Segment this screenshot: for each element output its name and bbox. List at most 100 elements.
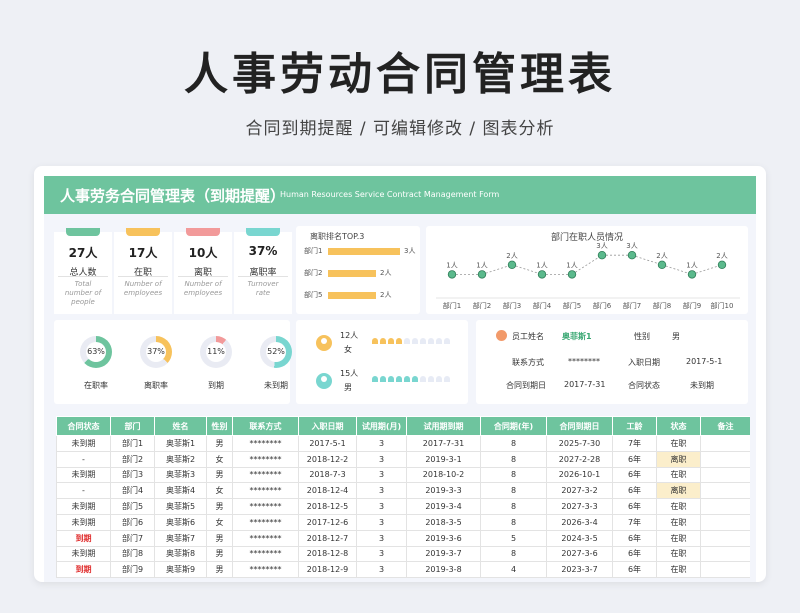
table-cell[interactable]: 部门6	[110, 513, 155, 531]
table-cell[interactable]: 部门7	[110, 529, 155, 547]
table-cell[interactable]: 在职	[656, 498, 701, 515]
table-cell[interactable]: 2018-12-9	[298, 561, 357, 579]
table-cell[interactable]: 在职	[656, 529, 701, 547]
table-cell[interactable]: 6年	[612, 466, 657, 484]
table-cell[interactable]: 2018-7-3	[298, 466, 357, 484]
table-row[interactable]: 未到期 部门3 奥菲斯3 男 ******** 2018-7-3 3 2018-10-2 8 20…	[56, 466, 750, 484]
table-cell[interactable]: ********	[232, 450, 299, 468]
table-cell[interactable]: 3	[356, 561, 407, 579]
table-cell[interactable]: 2027-3-6	[546, 545, 613, 563]
table-cell[interactable]: 2018-12-8	[298, 545, 357, 563]
table-cell[interactable]: 3	[356, 513, 407, 531]
table-cell[interactable]	[700, 450, 750, 468]
table-cell[interactable]: 2018-3-5	[406, 513, 481, 531]
table-cell[interactable]	[700, 529, 750, 547]
table-cell[interactable]: 2024-3-5	[546, 529, 613, 547]
table-cell[interactable]: 6年	[612, 561, 657, 579]
table-cell[interactable]: 8	[480, 466, 547, 484]
table-cell[interactable]: 8	[480, 545, 547, 563]
table-cell[interactable]: 在职	[656, 466, 701, 484]
table-cell[interactable]: 6年	[612, 545, 657, 563]
table-cell[interactable]: 2017-5-1	[298, 435, 357, 452]
table-cell[interactable]: 2027-3-2	[546, 482, 613, 500]
table-cell[interactable]: 未到期	[56, 513, 111, 531]
column-header[interactable]: 状态	[656, 416, 701, 436]
table-cell[interactable]: 未到期	[56, 545, 111, 563]
table-cell[interactable]: 7年	[612, 513, 657, 531]
table-cell[interactable]: 3	[356, 450, 407, 468]
table-cell[interactable]: 3	[356, 435, 407, 452]
table-cell[interactable]: ********	[232, 498, 299, 515]
table-cell[interactable]: 离职	[656, 482, 701, 500]
table-cell[interactable]: 部门5	[110, 498, 155, 515]
table-cell[interactable]: 部门3	[110, 466, 155, 484]
table-row[interactable]: 到期 部门9 奥菲斯9 男 ******** 2018-12-9 3 2019-3-8 4 202…	[56, 561, 750, 579]
table-cell[interactable]: 在职	[656, 561, 701, 579]
table-cell[interactable]: 女	[206, 482, 233, 500]
table-cell[interactable]: 部门2	[110, 450, 155, 468]
table-cell[interactable]: 2019-3-8	[406, 561, 481, 579]
table-cell[interactable]: 奥菲斯1	[154, 435, 207, 452]
table-cell[interactable]: 男	[206, 435, 233, 452]
table-cell[interactable]: 2017-12-6	[298, 513, 357, 531]
table-cell[interactable]: 6年	[612, 450, 657, 468]
table-cell[interactable]: 奥菲斯6	[154, 513, 207, 531]
table-cell[interactable]: 5	[480, 529, 547, 547]
table-cell[interactable]: 2018-12-5	[298, 498, 357, 515]
table-cell[interactable]: 部门1	[110, 435, 155, 452]
table-cell[interactable]: 2026-3-4	[546, 513, 613, 531]
table-cell[interactable]: 男	[206, 529, 233, 547]
table-cell[interactable]: ********	[232, 513, 299, 531]
table-cell[interactable]: 女	[206, 513, 233, 531]
table-cell[interactable]: 奥菲斯8	[154, 545, 207, 563]
table-cell[interactable]: 在职	[656, 435, 701, 452]
table-cell[interactable]: 2017-7-31	[406, 435, 481, 452]
table-cell[interactable]: 2019-3-1	[406, 450, 481, 468]
column-header[interactable]: 试用期(月)	[356, 416, 407, 436]
table-cell[interactable]: 2018-12-7	[298, 529, 357, 547]
table-row[interactable]: 到期 部门7 奥菲斯7 男 ******** 2018-12-7 3 2019-3-6 5 202…	[56, 529, 750, 547]
table-cell[interactable]: 奥菲斯4	[154, 482, 207, 500]
table-cell[interactable]	[700, 513, 750, 531]
table-cell[interactable]: 4	[480, 561, 547, 579]
table-cell[interactable]: 2027-2-28	[546, 450, 613, 468]
column-header[interactable]: 工龄	[612, 416, 657, 436]
table-cell[interactable]	[700, 545, 750, 563]
table-cell[interactable]: 男	[206, 466, 233, 484]
table-cell[interactable]: 8	[480, 435, 547, 452]
table-cell[interactable]: 8	[480, 450, 547, 468]
table-cell[interactable]: 男	[206, 561, 233, 579]
table-cell[interactable]	[700, 435, 750, 452]
table-cell[interactable]: 2026-10-1	[546, 466, 613, 484]
table-cell[interactable]	[700, 498, 750, 515]
table-cell[interactable]: 6年	[612, 498, 657, 515]
table-cell[interactable]: ********	[232, 482, 299, 500]
table-cell[interactable]: 2019-3-7	[406, 545, 481, 563]
column-header[interactable]: 合同期(年)	[480, 416, 547, 436]
table-cell[interactable]: 2018-12-2	[298, 450, 357, 468]
table-cell[interactable]: 未到期	[56, 498, 111, 515]
table-cell[interactable]: 3	[356, 529, 407, 547]
table-cell[interactable]	[700, 482, 750, 500]
table-cell[interactable]: 未到期	[56, 435, 111, 452]
name-value[interactable]: 奥菲斯1	[562, 331, 592, 342]
column-header[interactable]: 备注	[700, 416, 750, 436]
table-cell[interactable]: 8	[480, 482, 547, 500]
column-header[interactable]: 试用期到期	[406, 416, 481, 436]
table-cell[interactable]: 6年	[612, 482, 657, 500]
table-cell[interactable]: ********	[232, 466, 299, 484]
table-cell[interactable]: 到期	[56, 529, 111, 547]
table-cell[interactable]: 离职	[656, 450, 701, 468]
table-cell[interactable]: 2027-3-3	[546, 498, 613, 515]
table-cell[interactable]: ********	[232, 545, 299, 563]
table-cell[interactable]: 在职	[656, 545, 701, 563]
table-cell[interactable]: 7年	[612, 435, 657, 452]
table-cell[interactable]: 3	[356, 545, 407, 563]
table-cell[interactable]: -	[56, 482, 111, 500]
table-row[interactable]: 未到期 部门8 奥菲斯8 男 ******** 2018-12-8 3 2019-3-7 8 20…	[56, 545, 750, 563]
table-cell[interactable]: 奥菲斯3	[154, 466, 207, 484]
table-row[interactable]: - 部门4 奥菲斯4 女 ******** 2018-12-4 3 2019-3-3 8 2027…	[56, 482, 750, 500]
table-cell[interactable]: 2019-3-3	[406, 482, 481, 500]
table-cell[interactable]: 奥菲斯5	[154, 498, 207, 515]
column-header[interactable]: 合同状态	[56, 416, 111, 436]
